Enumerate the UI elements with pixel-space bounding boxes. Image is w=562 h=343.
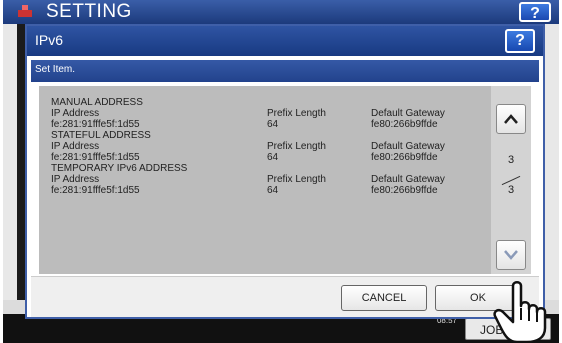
dialog-footer: CANCEL OK <box>31 276 539 317</box>
hand-pointer-icon <box>493 281 547 343</box>
scroll-column: 3 3 <box>491 86 531 274</box>
scroll-up-button[interactable] <box>496 104 526 134</box>
set-item-label: Set Item. <box>35 64 76 75</box>
background-panel-left <box>3 24 17 300</box>
section-heading: TEMPORARY IPv6 ADDRESS <box>51 163 188 174</box>
address-list: MANUAL ADDRESS IP Address Prefix Length … <box>39 86 489 274</box>
prefix-length-label: Prefix Length <box>267 108 326 119</box>
dialog-help-button[interactable]: ? <box>505 29 535 53</box>
prefix-length-value: 64 <box>267 152 279 163</box>
ip-address-value: fe:281:91fffe5f:1d55 <box>51 119 140 130</box>
section-heading: STATEFUL ADDRESS <box>51 130 151 141</box>
settings-icon <box>18 5 32 17</box>
setting-title: SETTING <box>46 1 132 22</box>
ip-address-label: IP Address <box>51 174 100 185</box>
dialog-title: IPv6 <box>35 32 64 48</box>
ip-address-label: IP Address <box>51 108 100 119</box>
set-item-header: Set Item. <box>31 60 539 82</box>
prefix-length-value: 64 <box>267 185 279 196</box>
device-bezel: SETTING ? 08:57 JOB ▶ IPv6 ? Set Item. M… <box>0 0 562 343</box>
ip-address-value: fe:281:91fffe5f:1d55 <box>51 185 140 196</box>
prefix-length-label: Prefix Length <box>267 141 326 152</box>
page-total: 3 <box>507 184 515 196</box>
default-gateway-label: Default Gateway <box>371 141 445 152</box>
default-gateway-value: fe80:266b9ffde <box>371 152 438 163</box>
screen: SETTING ? 08:57 JOB ▶ IPv6 ? Set Item. M… <box>3 0 559 343</box>
ip-address-value: fe:281:91fffe5f:1d55 <box>51 152 140 163</box>
default-gateway-label: Default Gateway <box>371 108 445 119</box>
chevron-up-icon <box>504 114 518 124</box>
section-heading: MANUAL ADDRESS <box>51 97 143 108</box>
setting-help-button[interactable]: ? <box>519 2 551 22</box>
scroll-down-button[interactable] <box>496 240 526 270</box>
default-gateway-label: Default Gateway <box>371 174 445 185</box>
chevron-down-icon <box>504 250 518 260</box>
default-gateway-value: fe80:266b9ffde <box>371 185 438 196</box>
setting-title-bar: SETTING ? <box>3 0 559 24</box>
dialog-title-bar: IPv6 ? <box>27 26 543 56</box>
prefix-length-label: Prefix Length <box>267 174 326 185</box>
prefix-length-value: 64 <box>267 119 279 130</box>
ip-address-label: IP Address <box>51 141 100 152</box>
address-panel: MANUAL ADDRESS IP Address Prefix Length … <box>39 86 531 274</box>
ipv6-dialog: IPv6 ? Set Item. MANUAL ADDRESS IP Addre… <box>25 24 545 319</box>
page-current: 3 <box>507 154 515 166</box>
cancel-button[interactable]: CANCEL <box>341 285 427 311</box>
background-panel-right <box>543 24 559 300</box>
default-gateway-value: fe80:266b9ffde <box>371 119 438 130</box>
